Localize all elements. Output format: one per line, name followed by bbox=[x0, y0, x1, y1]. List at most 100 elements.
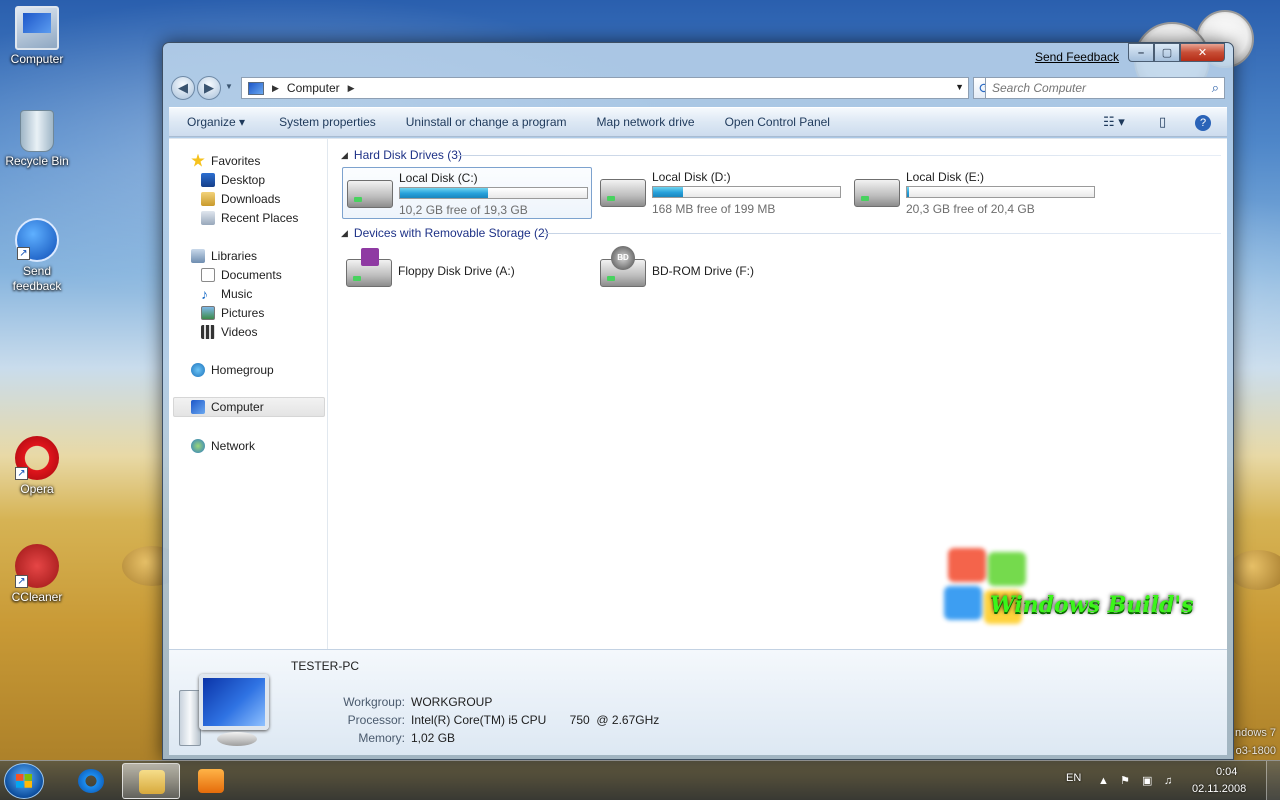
uninstall-program-button[interactable]: Uninstall or change a program bbox=[406, 112, 567, 132]
computer-large-icon bbox=[179, 670, 269, 750]
desktop-icon-recycle-bin[interactable]: Recycle Bin bbox=[0, 110, 74, 169]
nav-label: Network bbox=[211, 438, 256, 453]
navigation-bar: ◀ ▶ ▼ ▶ Computer ▶ ▼ ⟳ ⌕ bbox=[169, 75, 1227, 101]
desktop-icon-ccleaner[interactable]: ↗ CCleaner bbox=[0, 544, 74, 605]
language-indicator[interactable]: EN bbox=[1066, 772, 1081, 784]
watermark-build-text: ndows 7 bbox=[1235, 727, 1276, 739]
explorer-window: Send Feedback – ▢ ✕ ◀ ▶ ▼ ▶ Computer ▶ ▼… bbox=[162, 42, 1234, 760]
desktop-icon-send-feedback[interactable]: ↗ Send feedback bbox=[0, 218, 74, 294]
homegroup-icon bbox=[191, 362, 205, 377]
drive-name: Local Disk (C:) bbox=[399, 171, 478, 185]
nav-label: Videos bbox=[221, 324, 258, 339]
drive-usage-bar bbox=[906, 186, 1095, 198]
taskbar-windows-explorer[interactable] bbox=[122, 763, 180, 799]
hard-drive-icon bbox=[854, 179, 900, 207]
organize-button[interactable]: Organize ▾ bbox=[187, 112, 245, 132]
map-network-drive-button[interactable]: Map network drive bbox=[597, 112, 695, 132]
maximize-button[interactable]: ▢ bbox=[1154, 43, 1180, 62]
desktop-icon-opera[interactable]: ↗ Opera bbox=[0, 436, 74, 497]
nav-libraries[interactable]: Libraries bbox=[191, 246, 257, 265]
send-feedback-link[interactable]: Send Feedback bbox=[1035, 50, 1119, 64]
collapse-icon[interactable]: ◢ bbox=[341, 228, 348, 239]
minimize-button[interactable]: – bbox=[1128, 43, 1154, 62]
network-icon bbox=[191, 438, 205, 453]
drive-usage-bar bbox=[399, 187, 588, 199]
title-bar[interactable]: Send Feedback – ▢ ✕ bbox=[163, 43, 1233, 71]
shortcut-arrow-icon: ↗ bbox=[15, 467, 28, 480]
desktop-icon-label: CCleaner bbox=[11, 590, 63, 604]
drive-f[interactable]: BD-ROM Drive (F:) bbox=[596, 246, 846, 299]
nav-downloads[interactable]: Downloads bbox=[201, 189, 280, 208]
libraries-icon bbox=[191, 248, 205, 263]
nav-network[interactable]: Network bbox=[191, 436, 255, 455]
search-box[interactable]: ⌕ bbox=[985, 77, 1225, 99]
clock-date[interactable]: 02.11.2008 bbox=[1192, 783, 1246, 795]
drive-d[interactable]: Local Disk (D:) 168 MB free of 199 MB bbox=[596, 167, 846, 219]
nav-favorites[interactable]: Favorites bbox=[191, 151, 260, 170]
nav-label: Downloads bbox=[221, 191, 281, 206]
breadcrumb-computer[interactable]: Computer bbox=[287, 81, 340, 95]
volume-icon[interactable]: ♫ bbox=[1164, 775, 1176, 787]
memory-label: Memory: bbox=[358, 731, 405, 745]
drive-c[interactable]: Local Disk (C:) 10,2 GB free of 19,3 GB bbox=[342, 167, 592, 219]
taskbar-internet-explorer[interactable] bbox=[62, 763, 120, 799]
desktop-icon-computer[interactable]: Computer bbox=[0, 6, 74, 67]
wallpaper-haybale bbox=[1228, 550, 1280, 590]
address-dropdown-icon[interactable]: ▼ bbox=[955, 82, 964, 92]
nav-videos[interactable]: Videos bbox=[201, 322, 257, 341]
show-desktop-button[interactable] bbox=[1266, 761, 1280, 800]
drive-usage-bar bbox=[652, 186, 841, 198]
system-properties-button[interactable]: System properties bbox=[279, 112, 376, 132]
open-control-panel-button[interactable]: Open Control Panel bbox=[725, 112, 830, 132]
desktop-icon-label: Recycle Bin bbox=[5, 154, 69, 168]
bd-rom-drive-icon bbox=[600, 246, 646, 287]
breadcrumb-arrow-icon[interactable]: ▶ bbox=[348, 83, 355, 94]
taskbar-media-player[interactable] bbox=[182, 763, 240, 799]
pc-name: TESTER-PC bbox=[291, 659, 360, 673]
computer-icon bbox=[248, 81, 264, 95]
change-view-icon[interactable]: ☷ ▾ bbox=[1103, 114, 1125, 130]
drive-name: Local Disk (E:) bbox=[906, 170, 985, 184]
forward-button[interactable]: ▶ bbox=[197, 76, 221, 100]
notification-area: EN ▲ ⚑ ▣ ♫ 0:04 02.11.2008 bbox=[1050, 761, 1280, 800]
opera-icon: ↗ bbox=[15, 436, 59, 480]
drive-a[interactable]: Floppy Disk Drive (A:) bbox=[342, 247, 592, 299]
breadcrumb-arrow-icon[interactable]: ▶ bbox=[272, 83, 279, 94]
drive-usage-fill bbox=[653, 187, 683, 197]
desktop-icon-label: Computer bbox=[10, 52, 64, 66]
drive-e[interactable]: Local Disk (E:) 20,3 GB free of 20,4 GB bbox=[850, 167, 1100, 219]
search-input[interactable] bbox=[986, 78, 1186, 98]
start-button[interactable] bbox=[4, 763, 44, 799]
address-bar[interactable]: ▶ Computer ▶ ▼ bbox=[241, 77, 969, 99]
recent-places-icon bbox=[201, 210, 215, 225]
nav-documents[interactable]: Documents bbox=[201, 265, 282, 284]
preview-pane-icon[interactable]: ▯ bbox=[1159, 114, 1166, 130]
desktop-icon-label: Opera bbox=[20, 482, 54, 496]
nav-homegroup[interactable]: Homegroup bbox=[191, 360, 274, 379]
windows-explorer-icon bbox=[139, 770, 165, 794]
nav-label: Music bbox=[221, 286, 253, 301]
drive-name: Local Disk (D:) bbox=[652, 170, 731, 184]
details-pane: TESTER-PC Workgroup: WORKGROUP Processor… bbox=[169, 649, 1227, 755]
collapse-icon[interactable]: ◢ bbox=[341, 150, 348, 161]
help-icon[interactable]: ? bbox=[1195, 115, 1211, 131]
back-button[interactable]: ◀ bbox=[171, 76, 195, 100]
group-divider bbox=[543, 233, 1221, 234]
nav-pictures[interactable]: Pictures bbox=[201, 303, 264, 322]
action-center-icon[interactable]: ⚑ bbox=[1120, 775, 1132, 787]
close-button[interactable]: ✕ bbox=[1180, 43, 1225, 62]
network-tray-icon[interactable]: ▣ bbox=[1142, 775, 1154, 787]
music-icon: ♪ bbox=[201, 285, 208, 302]
search-icon[interactable]: ⌕ bbox=[1212, 80, 1219, 96]
show-hidden-icons-icon[interactable]: ▲ bbox=[1098, 775, 1110, 787]
shortcut-arrow-icon: ↗ bbox=[15, 575, 28, 588]
recent-pages-chevron-icon[interactable]: ▼ bbox=[225, 82, 233, 91]
nav-recent-places[interactable]: Recent Places bbox=[201, 208, 298, 227]
nav-computer[interactable]: Computer bbox=[173, 397, 325, 417]
nav-music[interactable]: ♪ Music bbox=[201, 284, 252, 303]
group-title: Hard Disk Drives (3) bbox=[353, 148, 462, 162]
clock-time[interactable]: 0:04 bbox=[1216, 766, 1237, 778]
group-header-removable[interactable]: ◢ Devices with Removable Storage (2) bbox=[341, 225, 549, 241]
group-header-hard-disks[interactable]: ◢ Hard Disk Drives (3) bbox=[341, 147, 462, 163]
nav-desktop[interactable]: Desktop bbox=[201, 170, 265, 189]
